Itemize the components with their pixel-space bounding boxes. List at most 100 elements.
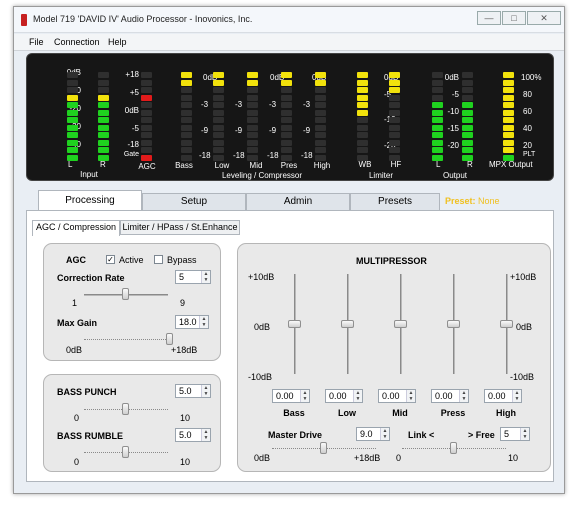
menu-file[interactable]: File [29,37,44,47]
band-mid-value: 0.00 [382,391,400,401]
output-right-meter-segment [462,79,473,86]
max-gain-stepper[interactable]: ▲ ▼ [199,316,208,328]
agc-active-checkbox[interactable]: ✓ [106,255,115,264]
link-stepper[interactable]: ▲ ▼ [520,428,529,440]
leveling-low-meter-segment [213,117,224,123]
band-low-stepper[interactable]: ▲ ▼ [353,390,362,402]
band-press-stepper[interactable]: ▲ ▼ [459,390,468,402]
leveling-low-meter-segment [213,147,224,153]
tab-processing[interactable]: Processing [38,190,142,210]
bass-punch-slider[interactable] [122,403,129,415]
lim-band-hf: HF [390,160,402,169]
link-label-left: Link < [408,430,435,440]
band-high-fader[interactable] [500,320,513,328]
band-press-fader[interactable] [447,320,460,328]
band-mid-input[interactable]: 0.00 ▲ ▼ [378,389,416,403]
limiter-wb-meter-segment [357,79,368,86]
correction-rate-input[interactable]: 5 ▲ ▼ [175,270,211,284]
agc-scale-3: -5 [131,124,139,133]
subtab-agc-compression[interactable]: AGC / Compression [32,220,120,236]
app-window: Model 719 'DAVID IV' Audio Processor - I… [13,6,565,494]
leveling-meter-label: Leveling / Compressor [221,171,303,180]
lev-scale-9d: -9 [303,126,311,135]
limiter-hf-meter-segment [389,139,400,146]
master-drive-input[interactable]: 9.0 ▲ ▼ [356,427,390,441]
bass-rumble-input[interactable]: 5.0 ▲ ▼ [175,428,211,442]
tab-presets[interactable]: Presets [350,193,440,211]
output-meter-label: Output [442,171,467,180]
band-press-input[interactable]: 0.00 ▲ ▼ [431,389,469,403]
band-high-input[interactable]: 0.00 ▲ ▼ [484,389,522,403]
bass-punch-stepper[interactable]: ▲ ▼ [201,385,210,397]
limiter-hf-meter-segment [389,117,400,123]
input-left-meter-segment [67,94,78,101]
master-drive-stepper[interactable]: ▲ ▼ [380,428,389,440]
menu-connection[interactable]: Connection [54,37,100,47]
input-left-meter-segment [67,87,78,93]
master-drive-slider[interactable] [320,442,327,454]
maximize-button[interactable]: □ [502,11,526,25]
leveling-high-meter-segment [315,79,326,86]
band-bass-stepper[interactable]: ▲ ▼ [300,390,309,402]
correction-rate-slider[interactable] [122,288,129,300]
main-tabs: Processing Setup Admin Presets Preset: N… [26,190,554,211]
agc-meter-segment [141,79,152,86]
input-left-meter-segment [67,117,78,123]
lev-band-bass: Bass [175,161,193,170]
leveling-pres-meter-segment [281,154,292,161]
agc-meter-segment [141,124,152,131]
lev-scale-18c: -18 [267,151,279,160]
limiter-wb-meter-segment [357,147,368,153]
mp-scale-mid-right: 0dB [516,322,533,332]
link-slider[interactable] [450,442,457,454]
mpx-scale-1: 80 [523,90,532,99]
master-drive-label: Master Drive [268,430,323,440]
leveling-low-meter-segment [213,79,224,86]
input-right-meter-segment [98,94,109,101]
input-right-label: R [100,160,106,169]
output-right-meter-segment [462,132,473,138]
band-low-input[interactable]: 0.00 ▲ ▼ [325,389,363,403]
max-gain-input[interactable]: 18.0 ▲ ▼ [175,315,209,329]
menu-help[interactable]: Help [108,37,127,47]
mpx-scale-3: 40 [523,124,532,133]
input-right-meter-segment [98,117,109,123]
correction-rate-max: 9 [180,298,186,308]
agc-scale-4: -18 [127,140,139,149]
output-left-meter-segment [432,87,443,93]
leveling-pres-meter-segment [281,139,292,146]
agc-bypass-checkbox[interactable] [154,255,163,264]
band-mid-stepper[interactable]: ▲ ▼ [406,390,415,402]
max-gain-slider[interactable] [166,333,173,345]
band-low-fader[interactable] [341,320,354,328]
max-gain-value: 18.0 [179,317,197,327]
output-left-meter-segment [432,147,443,153]
close-button[interactable]: ✕ [527,11,561,25]
correction-rate-stepper[interactable]: ▲ ▼ [201,271,210,283]
input-right-meter-segment [98,132,109,138]
leveling-high-meter-segment [315,94,326,101]
bass-punch-input[interactable]: 5.0 ▲ ▼ [175,384,211,398]
output-left-meter-segment [432,124,443,131]
tab-setup[interactable]: Setup [142,193,246,211]
bass-rumble-min: 0 [74,457,80,467]
bass-rumble-stepper[interactable]: ▲ ▼ [201,429,210,441]
band-bass-fader[interactable] [288,320,301,328]
leveling-high-meter-segment [315,124,326,131]
link-input[interactable]: 5 ▲ ▼ [500,427,530,441]
band-bass-input[interactable]: 0.00 ▲ ▼ [272,389,310,403]
bass-rumble-slider[interactable] [122,446,129,458]
limiter-hf-meter-segment [389,147,400,153]
band-press-label: Press [440,408,466,418]
band-mid-fader[interactable] [394,320,407,328]
subtab-limiter[interactable]: Limiter / HPass / St.Enhance [120,220,240,235]
limiter-hf-meter-segment [389,132,400,138]
multipressor-group: MULTIPRESSOR +10dB 0dB -10dB +10dB 0dB -… [237,243,551,472]
limiter-wb-meter-segment [357,94,368,101]
preset-value: None [478,196,500,206]
band-high-stepper[interactable]: ▲ ▼ [512,390,521,402]
agc-scale-2: 0dB [124,106,139,115]
lev-scale-18d: -18 [301,151,313,160]
minimize-button[interactable]: — [477,11,501,25]
tab-admin[interactable]: Admin [246,193,350,211]
